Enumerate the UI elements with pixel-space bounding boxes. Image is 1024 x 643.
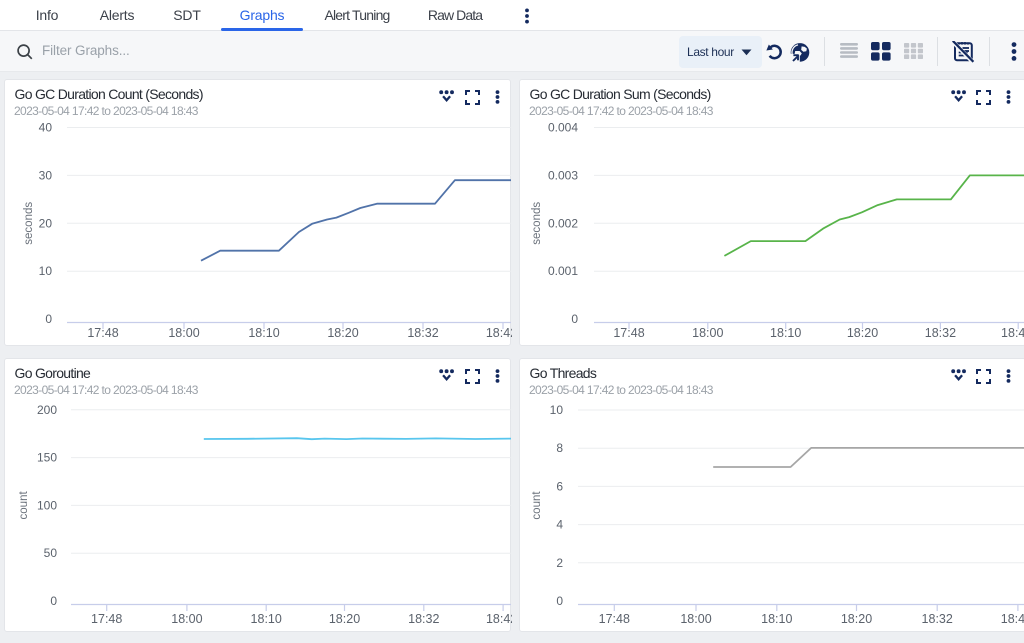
svg-text:0: 0: [45, 312, 52, 326]
svg-text:count: count: [531, 491, 543, 520]
svg-text:8: 8: [556, 441, 563, 455]
svg-text:18:10: 18:10: [251, 612, 282, 626]
svg-text:18:42: 18:42: [1001, 326, 1024, 340]
svg-text:18:32: 18:32: [407, 326, 438, 340]
svg-text:4: 4: [556, 518, 563, 532]
svg-text:0: 0: [556, 594, 563, 608]
svg-text:17:48: 17:48: [599, 612, 630, 626]
svg-text:seconds: seconds: [23, 202, 35, 245]
svg-text:30: 30: [39, 168, 53, 182]
svg-text:0.002: 0.002: [548, 216, 578, 230]
svg-text:0: 0: [571, 312, 578, 326]
svg-text:10: 10: [550, 403, 564, 417]
svg-text:0.004: 0.004: [548, 121, 578, 135]
svg-text:18:42: 18:42: [486, 326, 512, 340]
svg-text:40: 40: [39, 121, 53, 135]
svg-text:18:20: 18:20: [847, 326, 878, 340]
svg-text:10: 10: [39, 264, 53, 278]
svg-text:18:00: 18:00: [680, 612, 711, 626]
svg-text:150: 150: [37, 451, 57, 465]
svg-text:18:42: 18:42: [1001, 612, 1024, 626]
svg-text:18:32: 18:32: [408, 612, 439, 626]
svg-text:17:48: 17:48: [87, 326, 118, 340]
svg-text:17:48: 17:48: [613, 326, 644, 340]
svg-text:18:00: 18:00: [692, 326, 723, 340]
svg-text:18:32: 18:32: [925, 326, 956, 340]
svg-text:200: 200: [37, 403, 57, 417]
svg-text:count: count: [18, 491, 30, 520]
svg-text:18:00: 18:00: [171, 612, 202, 626]
svg-text:18:10: 18:10: [770, 326, 801, 340]
svg-text:17:48: 17:48: [91, 612, 122, 626]
svg-text:18:20: 18:20: [841, 612, 872, 626]
svg-text:20: 20: [39, 216, 53, 230]
svg-text:18:00: 18:00: [168, 326, 199, 340]
svg-text:18:20: 18:20: [327, 326, 358, 340]
svg-text:0.001: 0.001: [548, 264, 578, 278]
svg-text:0.003: 0.003: [548, 168, 578, 182]
svg-text:18:42: 18:42: [486, 612, 512, 626]
svg-text:2: 2: [556, 556, 563, 570]
svg-text:50: 50: [44, 546, 58, 560]
svg-text:18:32: 18:32: [922, 612, 953, 626]
svg-text:18:10: 18:10: [761, 612, 792, 626]
svg-text:18:10: 18:10: [248, 326, 279, 340]
svg-text:seconds: seconds: [531, 202, 543, 245]
svg-text:18:20: 18:20: [329, 612, 360, 626]
svg-text:6: 6: [556, 479, 563, 493]
svg-text:100: 100: [37, 498, 57, 512]
svg-text:0: 0: [50, 594, 57, 608]
